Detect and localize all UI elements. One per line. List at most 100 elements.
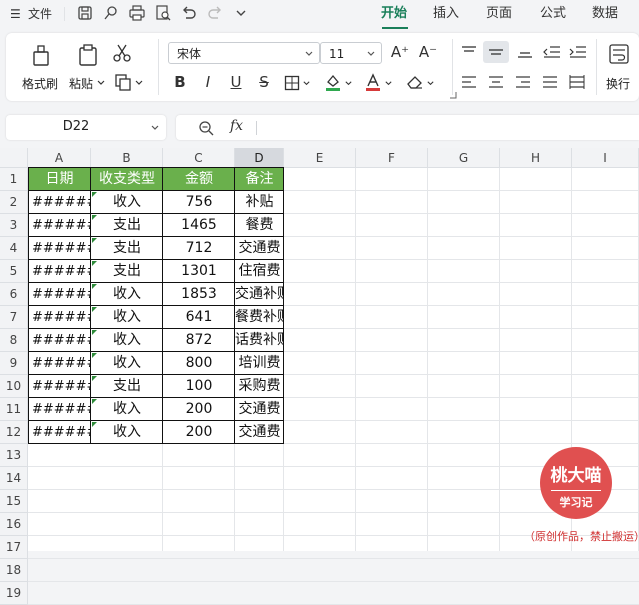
tab-insert[interactable]: 插入 (433, 4, 459, 24)
row-header[interactable]: 17 (0, 536, 28, 559)
name-box[interactable]: D22 (6, 115, 166, 140)
table-cell[interactable]: ###### (28, 352, 91, 375)
print-icon[interactable] (128, 4, 146, 22)
row-header[interactable]: 8 (0, 329, 28, 352)
table-cell[interactable]: ###### (28, 375, 91, 398)
column-header[interactable]: E (284, 148, 356, 168)
table-header-cell[interactable]: 日期 (28, 168, 91, 191)
align-top-icon[interactable] (461, 45, 477, 59)
select-all-corner[interactable] (0, 148, 28, 168)
row-header[interactable]: 14 (0, 467, 28, 490)
row-header[interactable]: 16 (0, 513, 28, 536)
table-cell[interactable]: ###### (28, 260, 91, 283)
font-size-select[interactable]: 11 (320, 42, 382, 64)
format-painter-icon[interactable] (30, 43, 52, 67)
row-header[interactable]: 12 (0, 421, 28, 444)
row-header[interactable]: 1 (0, 168, 28, 191)
table-cell[interactable]: 1853 (163, 283, 235, 306)
fill-color-icon[interactable] (324, 73, 342, 91)
tab-data[interactable]: 数据 (592, 4, 618, 24)
table-cell[interactable]: ###### (28, 283, 91, 306)
row-header[interactable]: 4 (0, 237, 28, 260)
row-header[interactable]: 9 (0, 352, 28, 375)
table-cell[interactable]: 100 (163, 375, 235, 398)
table-cell[interactable]: 1465 (163, 214, 235, 237)
formula-bar[interactable]: fx (176, 115, 639, 140)
table-cell[interactable]: ###### (28, 191, 91, 214)
justify-icon[interactable] (542, 75, 558, 89)
table-cell[interactable]: 756 (163, 191, 235, 214)
bold-icon[interactable]: B (170, 73, 190, 91)
dialog-launcher-icon[interactable] (449, 91, 457, 99)
increase-font-icon[interactable]: A⁺ (390, 43, 410, 61)
row-header[interactable]: 2 (0, 191, 28, 214)
print-preview-icon[interactable] (154, 4, 172, 22)
chevron-down-icon[interactable] (232, 4, 250, 22)
table-cell[interactable]: 收入 (91, 283, 163, 306)
underline-icon[interactable]: U (226, 73, 246, 91)
row-header[interactable]: 15 (0, 490, 28, 513)
table-cell[interactable]: 200 (163, 398, 235, 421)
align-middle-button[interactable] (483, 41, 509, 63)
table-cell[interactable]: 采购费 (235, 375, 284, 398)
table-cell[interactable]: ###### (28, 306, 91, 329)
table-cell[interactable]: 收入 (91, 306, 163, 329)
align-right-icon[interactable] (515, 75, 531, 89)
table-cell[interactable]: 交通费 (235, 398, 284, 421)
table-cell[interactable]: 收入 (91, 191, 163, 214)
row-header[interactable]: 5 (0, 260, 28, 283)
font-name-select[interactable]: 宋体 (168, 42, 320, 64)
fx-icon[interactable]: fx (230, 118, 243, 134)
table-cell[interactable]: 712 (163, 237, 235, 260)
table-cell[interactable]: ###### (28, 237, 91, 260)
pin-icon[interactable] (102, 4, 120, 22)
zoom-search-icon[interactable] (198, 120, 214, 136)
chevron-down-icon[interactable] (302, 79, 311, 88)
row-header[interactable]: 7 (0, 306, 28, 329)
table-cell[interactable]: 培训费 (235, 352, 284, 375)
paste-icon[interactable] (77, 43, 99, 67)
table-cell[interactable]: 800 (163, 352, 235, 375)
eraser-icon[interactable] (406, 74, 424, 90)
row-header[interactable]: 3 (0, 214, 28, 237)
wrap-text-icon[interactable] (608, 43, 630, 65)
table-cell[interactable]: 支出 (91, 214, 163, 237)
table-cell[interactable]: 餐费 (235, 214, 284, 237)
table-cell[interactable]: 餐费补贴 (235, 306, 284, 329)
table-cell[interactable]: 收入 (91, 352, 163, 375)
align-center-icon[interactable] (488, 75, 504, 89)
font-color-icon[interactable] (364, 73, 382, 91)
tab-formula[interactable]: 公式 (540, 4, 566, 24)
table-cell[interactable]: 支出 (91, 375, 163, 398)
row-header[interactable]: 13 (0, 444, 28, 467)
italic-icon[interactable]: I (198, 73, 218, 91)
tab-home[interactable]: 开始 (381, 4, 407, 24)
chevron-down-icon[interactable] (96, 78, 106, 88)
table-header-cell[interactable]: 备注 (235, 168, 284, 191)
table-cell[interactable]: 1301 (163, 260, 235, 283)
file-menu[interactable]: 文件 (28, 4, 52, 24)
chevron-down-icon[interactable] (150, 123, 160, 133)
borders-icon[interactable] (284, 75, 300, 91)
chevron-down-icon[interactable] (344, 79, 353, 88)
save-icon[interactable] (76, 4, 94, 22)
menu-icon[interactable]: ☰ (10, 4, 21, 24)
column-header[interactable]: H (500, 148, 572, 168)
decrease-indent-icon[interactable] (543, 45, 561, 59)
table-cell[interactable]: 交通费 (235, 421, 284, 444)
row-header[interactable]: 11 (0, 398, 28, 421)
tab-page[interactable]: 页面 (486, 4, 512, 24)
table-cell[interactable]: 收入 (91, 421, 163, 444)
column-header[interactable]: B (91, 148, 163, 168)
distributed-align-icon[interactable] (569, 75, 585, 89)
table-cell[interactable]: 支出 (91, 260, 163, 283)
table-cell[interactable]: 收入 (91, 329, 163, 352)
column-header[interactable]: F (356, 148, 428, 168)
wrap-text-label[interactable]: 换行 (606, 75, 630, 92)
table-cell[interactable]: 收入 (91, 398, 163, 421)
table-cell[interactable]: 交通费 (235, 237, 284, 260)
table-header-cell[interactable]: 收支类型 (91, 168, 163, 191)
redo-icon[interactable] (206, 4, 224, 22)
strikethrough-icon[interactable]: S (254, 73, 274, 91)
table-header-cell[interactable]: 金额 (163, 168, 235, 191)
